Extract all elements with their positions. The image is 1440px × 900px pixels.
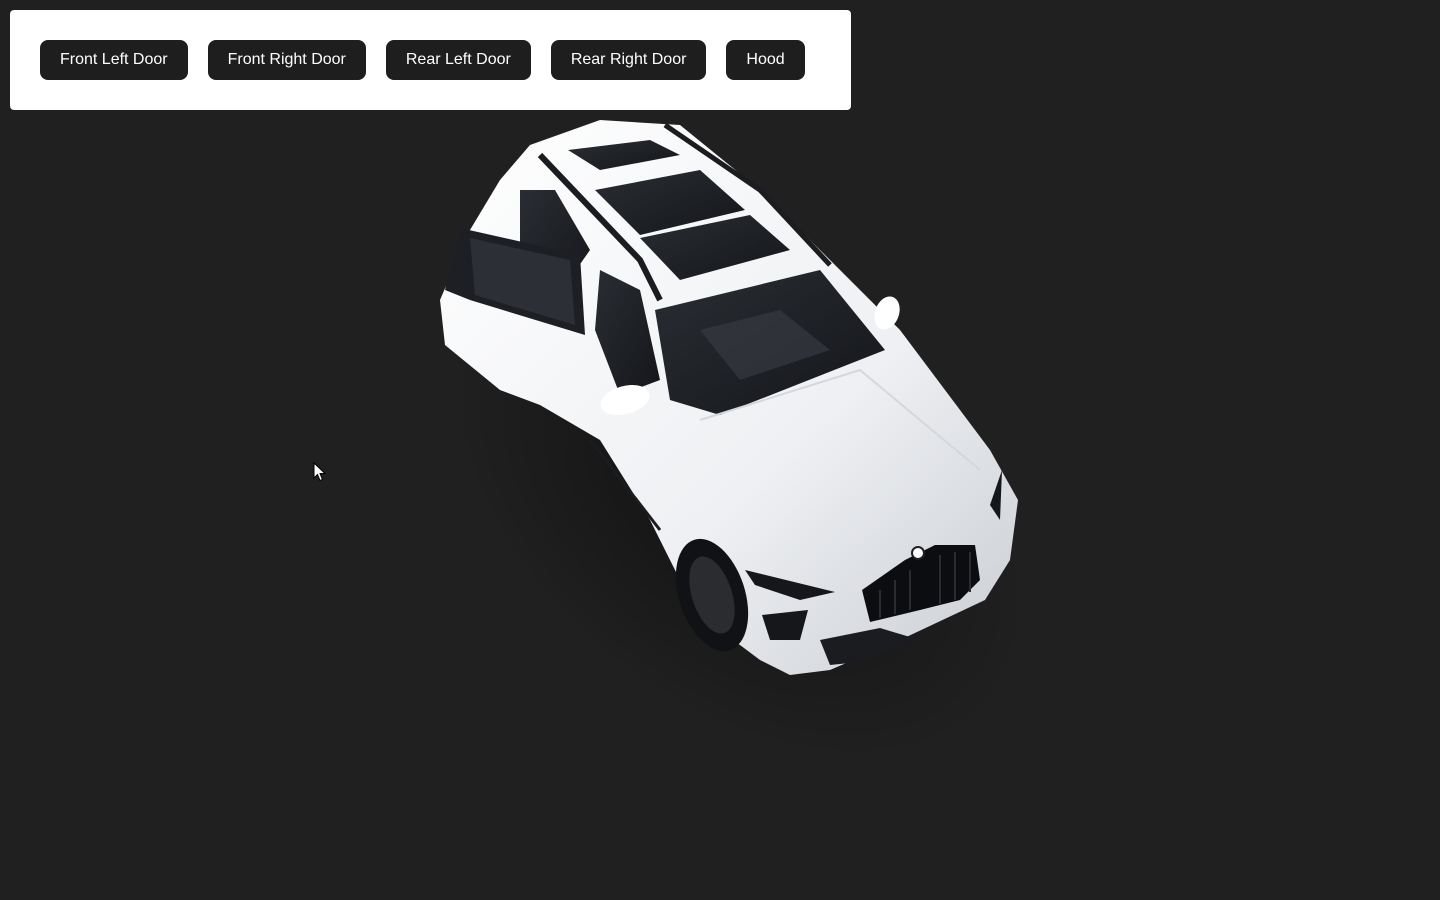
right-headlight bbox=[990, 470, 1002, 520]
hood-crease bbox=[699, 368, 981, 471]
grille-slats bbox=[879, 552, 971, 618]
rear-right-door-button[interactable]: Rear Right Door bbox=[550, 40, 707, 80]
roof-rail-right bbox=[663, 122, 832, 267]
car-interior bbox=[700, 310, 830, 380]
hood-button[interactable]: Hood bbox=[726, 40, 805, 80]
left-air-intake bbox=[762, 610, 808, 640]
front-left-wheel bbox=[675, 538, 749, 652]
left-headlight bbox=[745, 570, 835, 600]
brand-badge bbox=[911, 546, 925, 560]
front-right-door-button[interactable]: Front Right Door bbox=[207, 40, 366, 80]
front-side-window bbox=[595, 270, 660, 395]
door-window-glass bbox=[470, 238, 575, 325]
right-mirror bbox=[874, 296, 900, 330]
kidney-grille bbox=[862, 545, 980, 622]
rear-sunroof bbox=[568, 140, 680, 170]
left-mirror bbox=[600, 385, 650, 415]
arrow-cursor-icon bbox=[313, 462, 327, 482]
viewer-canvas[interactable]: Front Left Door Front Right Door Rear Le… bbox=[0, 0, 1440, 900]
lower-bumper-intake bbox=[820, 628, 920, 665]
car-model[interactable] bbox=[0, 0, 1440, 900]
middle-sunroof bbox=[595, 170, 745, 235]
front-sunroof bbox=[640, 215, 790, 280]
wheel-rim bbox=[689, 556, 735, 634]
side-trim bbox=[588, 439, 662, 531]
rear-left-door-button[interactable]: Rear Left Door bbox=[385, 40, 531, 80]
front-left-door-button[interactable]: Front Left Door bbox=[40, 40, 188, 80]
car-body bbox=[440, 120, 1018, 675]
car-3d-scene bbox=[0, 0, 1440, 900]
front-left-door-open bbox=[445, 228, 585, 335]
car-shadow bbox=[449, 237, 1031, 763]
windshield bbox=[655, 270, 885, 415]
part-controls-toolbar: Front Left Door Front Right Door Rear Le… bbox=[10, 10, 851, 110]
rear-side-window bbox=[520, 190, 590, 300]
roof-rail-left bbox=[537, 152, 663, 302]
